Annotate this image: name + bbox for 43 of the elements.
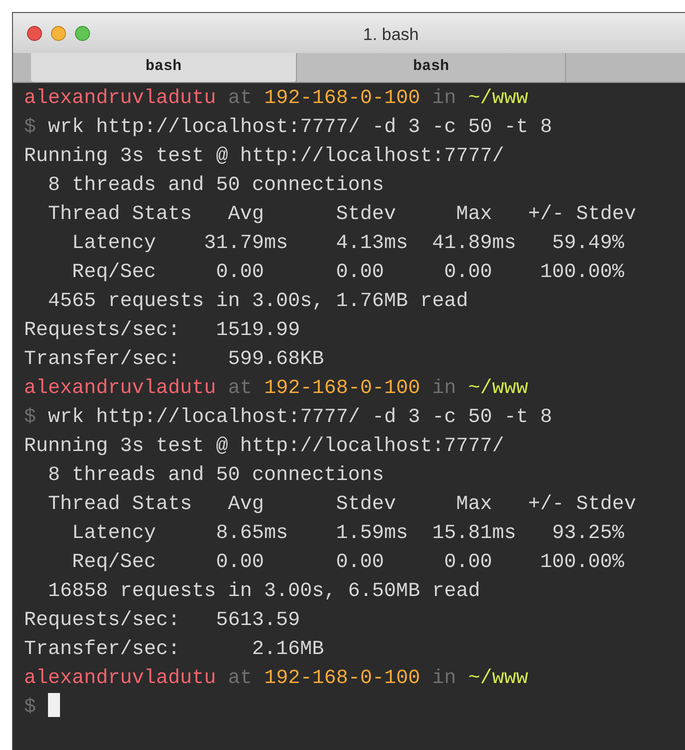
prompt-text: in — [432, 377, 456, 400]
prompt-sign: $ — [24, 406, 36, 429]
prompt-text: at — [228, 87, 252, 110]
tab[interactable]: bash — [31, 53, 296, 82]
output-line: Running 3s test @ http://localhost:7777/ — [24, 435, 504, 458]
prompt-text: in — [432, 667, 456, 690]
output-line: Transfer/sec: 2.16MB — [24, 638, 324, 661]
window-title: 1. bash — [363, 24, 419, 46]
prompt-user: alexandruvladutu — [24, 87, 216, 110]
cursor — [48, 693, 60, 717]
output-line: Thread Stats Avg Stdev Max +/- Stdev — [47, 203, 636, 226]
zoom-icon[interactable] — [75, 26, 90, 40]
prompt-text: at — [228, 667, 252, 690]
output-line: Running 3s test @ http://localhost:7777/ — [24, 145, 504, 168]
prompt-host: 192-168-0-100 — [264, 377, 420, 400]
output-line: 4565 requests in 3.00s, 1.76MB read — [47, 290, 468, 313]
minimize-icon[interactable] — [51, 26, 66, 40]
output-line: 8 threads and 50 connections — [47, 174, 384, 197]
prompt-sign: $ — [24, 116, 36, 139]
output-line: Req/Sec 0.00 0.00 0.00 100.00% — [71, 261, 624, 284]
prompt-host: 192-168-0-100 — [264, 87, 420, 110]
output-line: 16858 requests in 3.00s, 6.50MB read — [47, 580, 480, 603]
output-line: Requests/sec: 1519.99 — [24, 319, 300, 342]
output-line: 8 threads and 50 connections — [47, 464, 384, 487]
prompt-path: ~/www — [468, 667, 528, 690]
prompt-user: alexandruvladutu — [24, 667, 216, 690]
output-line: Requests/sec: 5613.59 — [24, 609, 300, 632]
command-text: wrk http://localhost:7777/ -d 3 -c 50 -t 8 — [48, 406, 552, 429]
prompt-host: 192-168-0-100 — [264, 667, 420, 690]
prompt-text: in — [432, 87, 456, 110]
prompt-sign: $ — [24, 696, 36, 719]
output-line: Thread Stats Avg Stdev Max +/- Stdev — [47, 493, 636, 516]
prompt-user: alexandruvladutu — [24, 377, 216, 400]
output-line: Latency 8.65ms 1.59ms 15.81ms 93.25% — [71, 522, 624, 545]
output-line: Req/Sec 0.00 0.00 0.00 100.00% — [71, 551, 624, 574]
close-icon[interactable] — [27, 26, 42, 40]
output-line: Latency 31.79ms 4.13ms 41.89ms 59.49% — [71, 232, 624, 255]
output-line: Transfer/sec: 599.68KB — [24, 348, 324, 371]
prompt-text: at — [228, 377, 252, 400]
command-text: wrk http://localhost:7777/ -d 3 -c 50 -t 8 — [48, 116, 552, 139]
tab[interactable]: bash — [296, 53, 566, 82]
prompt-path: ~/www — [468, 87, 528, 110]
prompt-path: ~/www — [468, 377, 528, 400]
